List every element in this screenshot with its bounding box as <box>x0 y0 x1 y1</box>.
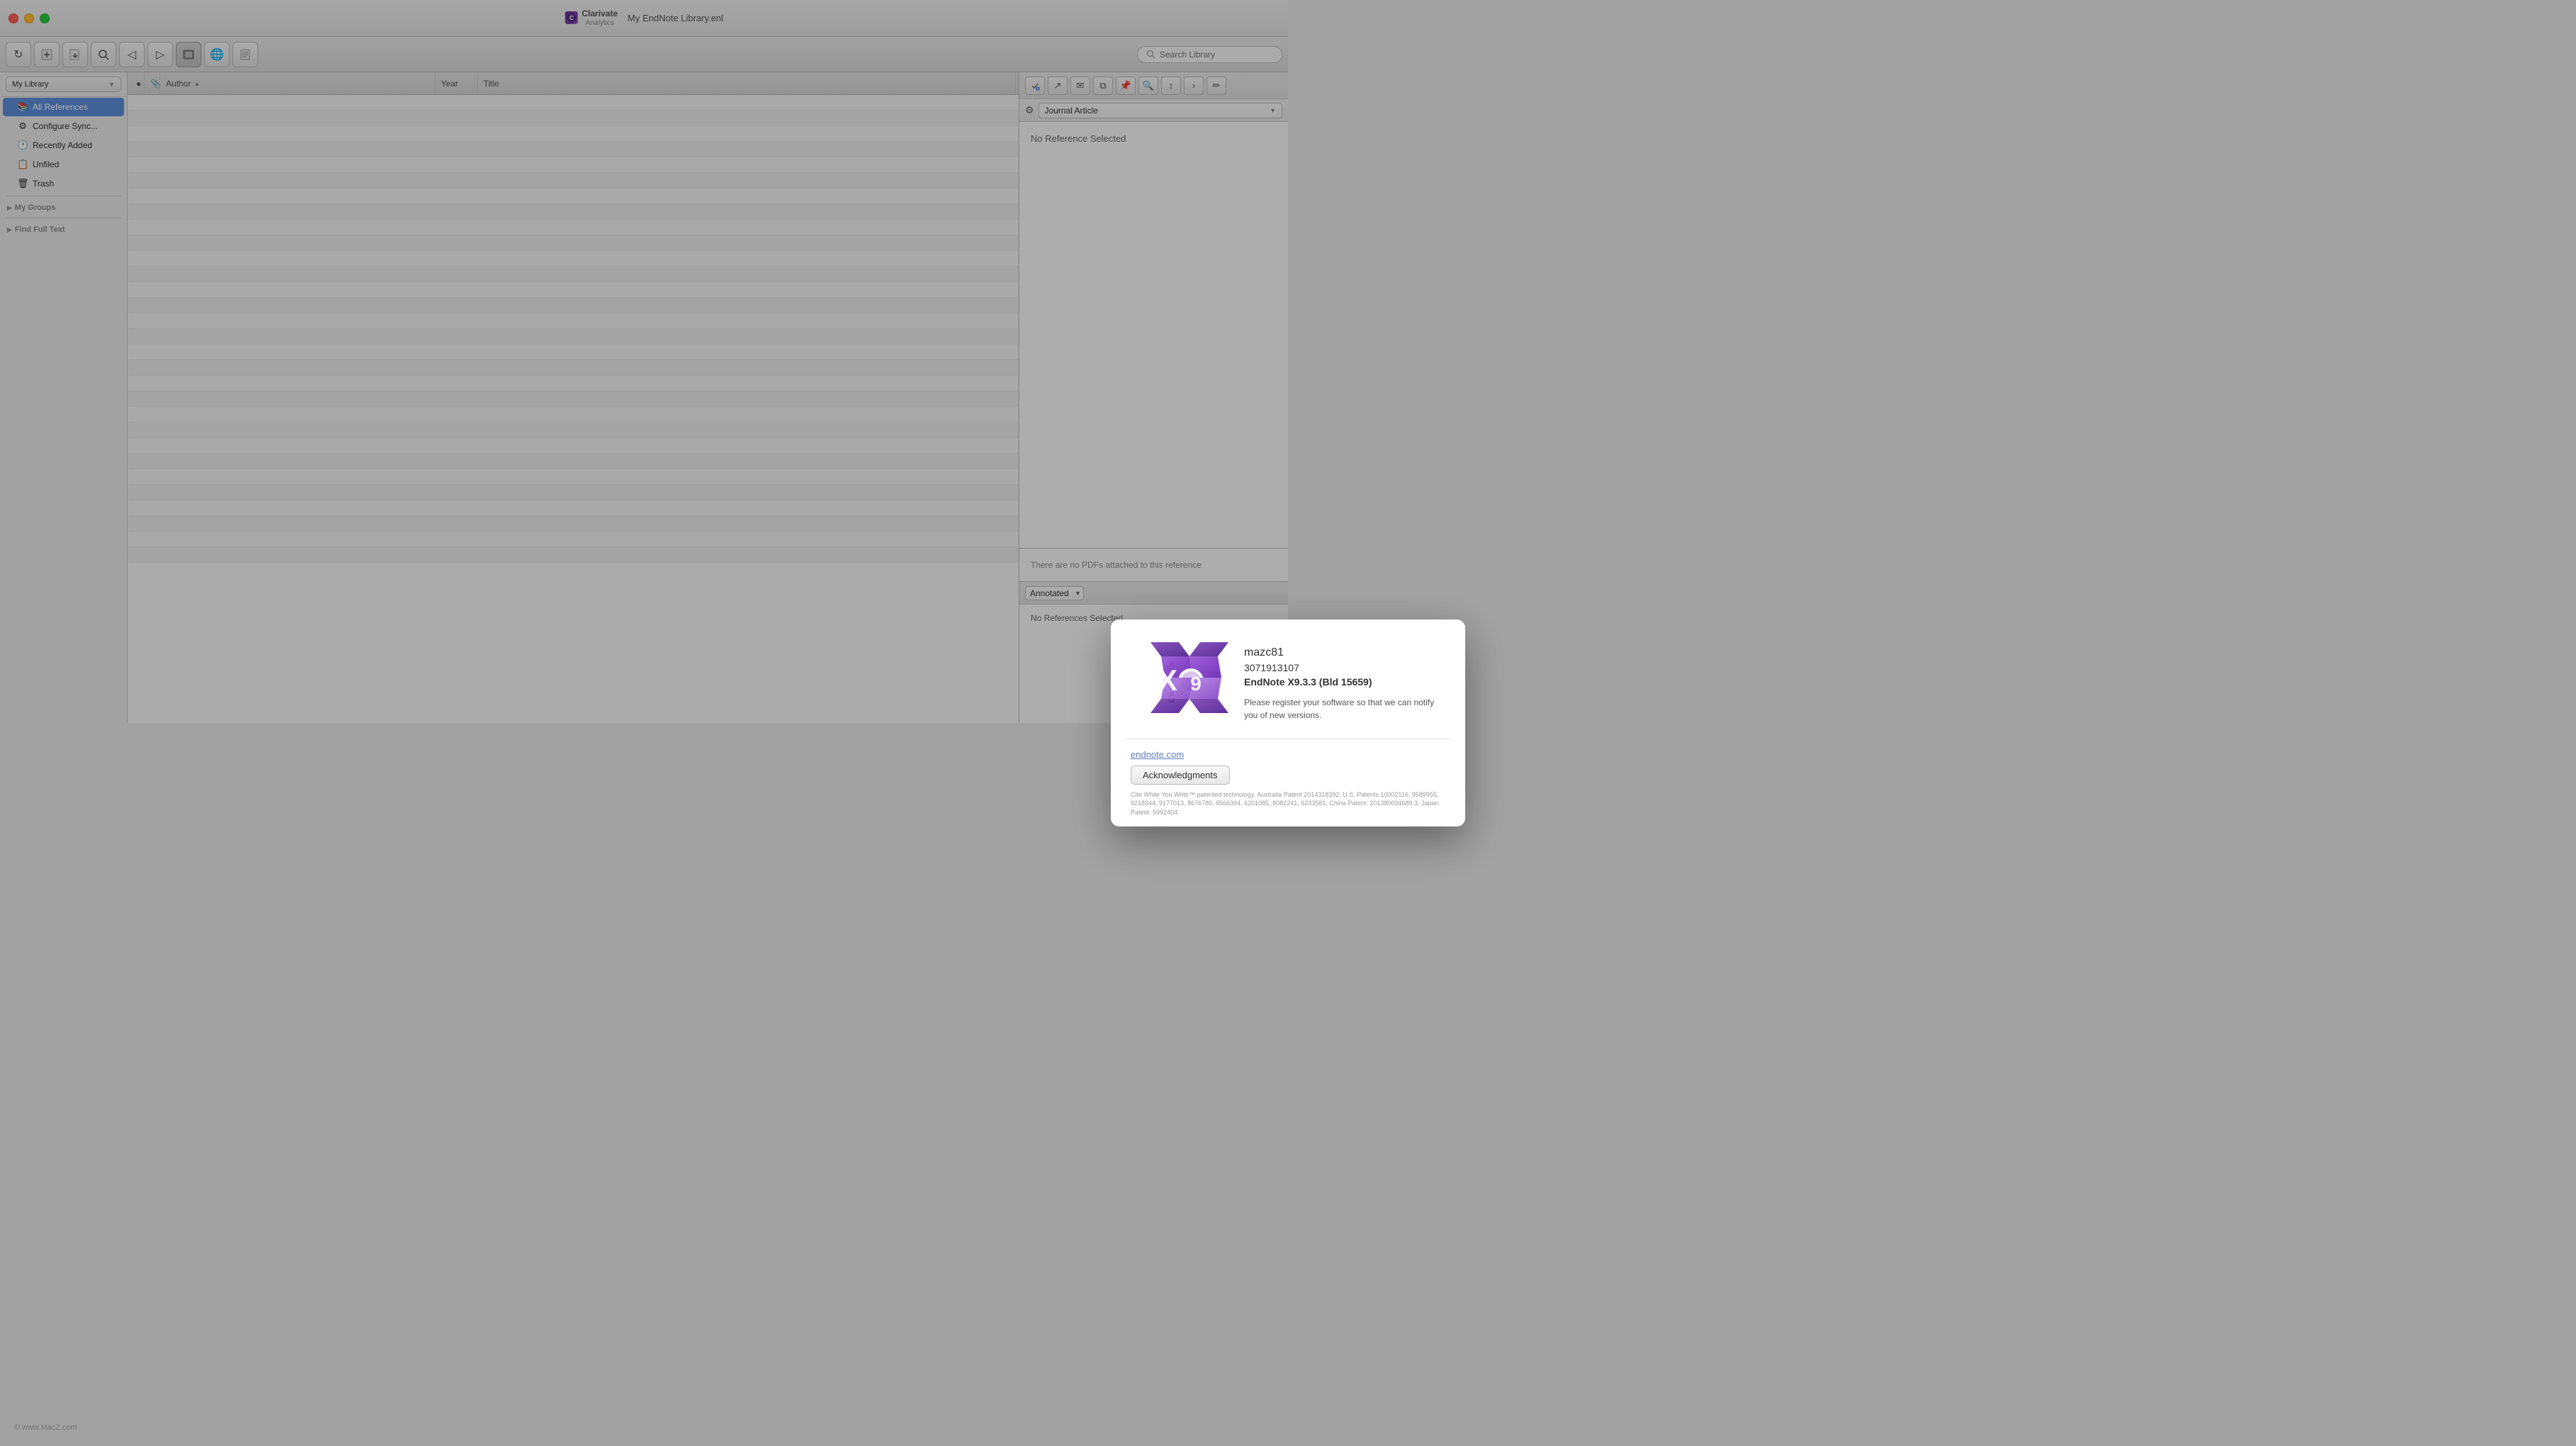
about-register-text: Please register your software so that we… <box>1244 696 1445 722</box>
endnote-logo-svg: EndNote <box>1131 639 1230 724</box>
about-version: EndNote X9.3.3 (Bld 15659) <box>1244 676 1445 688</box>
about-logo: EndNote <box>1131 639 1230 724</box>
about-header: EndNote <box>1111 620 1465 739</box>
acknowledgments-button[interactable]: Acknowledgments <box>1131 766 1230 785</box>
about-website-link[interactable]: endnote.com <box>1131 749 1445 760</box>
svg-text:9: 9 <box>1190 673 1202 695</box>
about-patents-text: Cite While You Write™ patented technolog… <box>1131 790 1445 817</box>
about-info: mazc81 3071913107 EndNote X9.3.3 (Bld 15… <box>1244 639 1445 722</box>
about-dialog: EndNote <box>1111 620 1465 827</box>
svg-text:X: X <box>1158 663 1177 697</box>
about-footer: endnote.com Acknowledgments Cite While Y… <box>1111 739 1465 827</box>
dialog-overlay[interactable]: EndNote <box>0 0 2576 1446</box>
about-serial: 3071913107 <box>1244 662 1445 673</box>
about-username: mazc81 <box>1244 646 1445 659</box>
